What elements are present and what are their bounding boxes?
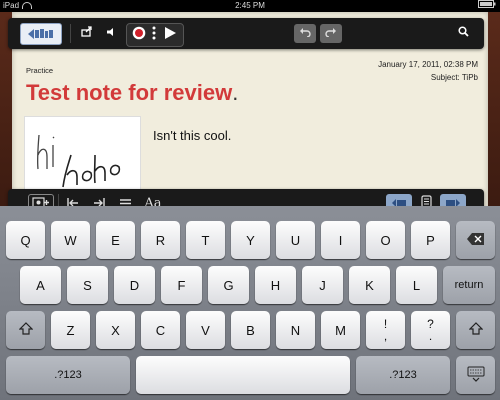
key-i[interactable]: I <box>321 221 360 259</box>
key-a[interactable]: A <box>20 266 61 304</box>
search-icon <box>457 26 469 40</box>
undo-button[interactable] <box>294 24 316 43</box>
key-f[interactable]: F <box>161 266 202 304</box>
key-q[interactable]: Q <box>6 221 45 259</box>
note-title[interactable]: Test note for review. <box>26 80 238 106</box>
key-p[interactable]: P <box>411 221 450 259</box>
key-exclamation-comma[interactable]: !, <box>366 311 405 349</box>
play-button[interactable] <box>162 27 178 42</box>
key-o[interactable]: O <box>366 221 405 259</box>
hide-keyboard-key[interactable] <box>456 356 495 394</box>
key-d[interactable]: D <box>114 266 155 304</box>
key-y[interactable]: Y <box>231 221 270 259</box>
record-icon <box>132 26 146 43</box>
key-z[interactable]: Z <box>51 311 90 349</box>
shift-icon <box>468 322 483 338</box>
symbols-key-left[interactable]: .?123 <box>6 356 130 394</box>
backspace-key[interactable] <box>456 221 495 259</box>
note-title-period: . <box>232 80 239 105</box>
key-s[interactable]: S <box>67 266 108 304</box>
more-button[interactable] <box>150 26 158 43</box>
key-exclamation-comma-label: !, <box>383 317 388 343</box>
key-v[interactable]: V <box>186 311 225 349</box>
return-key[interactable]: return <box>443 266 495 304</box>
key-n[interactable]: N <box>276 311 315 349</box>
key-question-period-label: ?. <box>427 317 434 343</box>
status-bar: iPad 2:45 PM <box>0 0 500 12</box>
key-question-period[interactable]: ?. <box>411 311 450 349</box>
more-icon <box>152 26 156 43</box>
speaker-icon <box>106 27 116 40</box>
symbols-key-right[interactable]: .?123 <box>356 356 450 394</box>
shift-key-right[interactable] <box>456 311 495 349</box>
key-w[interactable]: W <box>51 221 90 259</box>
speaker-button[interactable] <box>102 24 120 42</box>
onscreen-keyboard: Q W E R T Y U I O P A S D F G H J K L re… <box>0 206 500 400</box>
note-category: Practice <box>26 66 54 75</box>
toolbar-divider <box>70 24 71 43</box>
note-meta: January 17, 2011, 02:38 PM Subject: TiPb <box>378 58 478 84</box>
top-toolbar <box>8 18 484 49</box>
battery-icon <box>478 0 496 12</box>
key-h[interactable]: H <box>255 266 296 304</box>
key-e[interactable]: E <box>96 221 135 259</box>
note-subject: Subject: TiPb <box>430 73 478 82</box>
space-bar[interactable] <box>136 356 350 394</box>
search-button[interactable] <box>454 24 472 42</box>
shift-icon <box>18 322 33 338</box>
notebook: January 17, 2011, 02:38 PM Subject: TiPb… <box>0 12 500 218</box>
redo-button[interactable] <box>320 24 342 43</box>
note-title-text: Test note for review <box>26 80 233 105</box>
share-button[interactable] <box>78 24 96 42</box>
key-j[interactable]: J <box>302 266 343 304</box>
shift-key-left[interactable] <box>6 311 45 349</box>
key-t[interactable]: T <box>186 221 225 259</box>
undo-icon <box>299 27 311 40</box>
notebooks-icon <box>26 28 56 40</box>
status-time: 2:45 PM <box>235 1 265 10</box>
play-icon <box>164 26 177 43</box>
key-c[interactable]: C <box>141 311 180 349</box>
redo-icon <box>325 27 337 40</box>
record-button[interactable] <box>131 26 146 43</box>
note-date: January 17, 2011, 02:38 PM <box>378 60 478 69</box>
note-body[interactable]: Isn't this cool. <box>153 128 231 143</box>
key-r[interactable]: R <box>141 221 180 259</box>
key-m[interactable]: M <box>321 311 360 349</box>
share-icon <box>81 26 93 40</box>
backspace-icon <box>466 232 485 248</box>
recording-controls <box>126 23 184 47</box>
notebook-binding-right <box>488 12 500 218</box>
key-l[interactable]: L <box>396 266 437 304</box>
notebooks-button[interactable] <box>20 23 62 45</box>
key-b[interactable]: B <box>231 311 270 349</box>
handwriting-sketch[interactable] <box>24 116 141 198</box>
key-k[interactable]: K <box>349 266 390 304</box>
keyboard-hide-icon <box>467 366 485 385</box>
key-x[interactable]: X <box>96 311 135 349</box>
key-g[interactable]: G <box>208 266 249 304</box>
key-u[interactable]: U <box>276 221 315 259</box>
